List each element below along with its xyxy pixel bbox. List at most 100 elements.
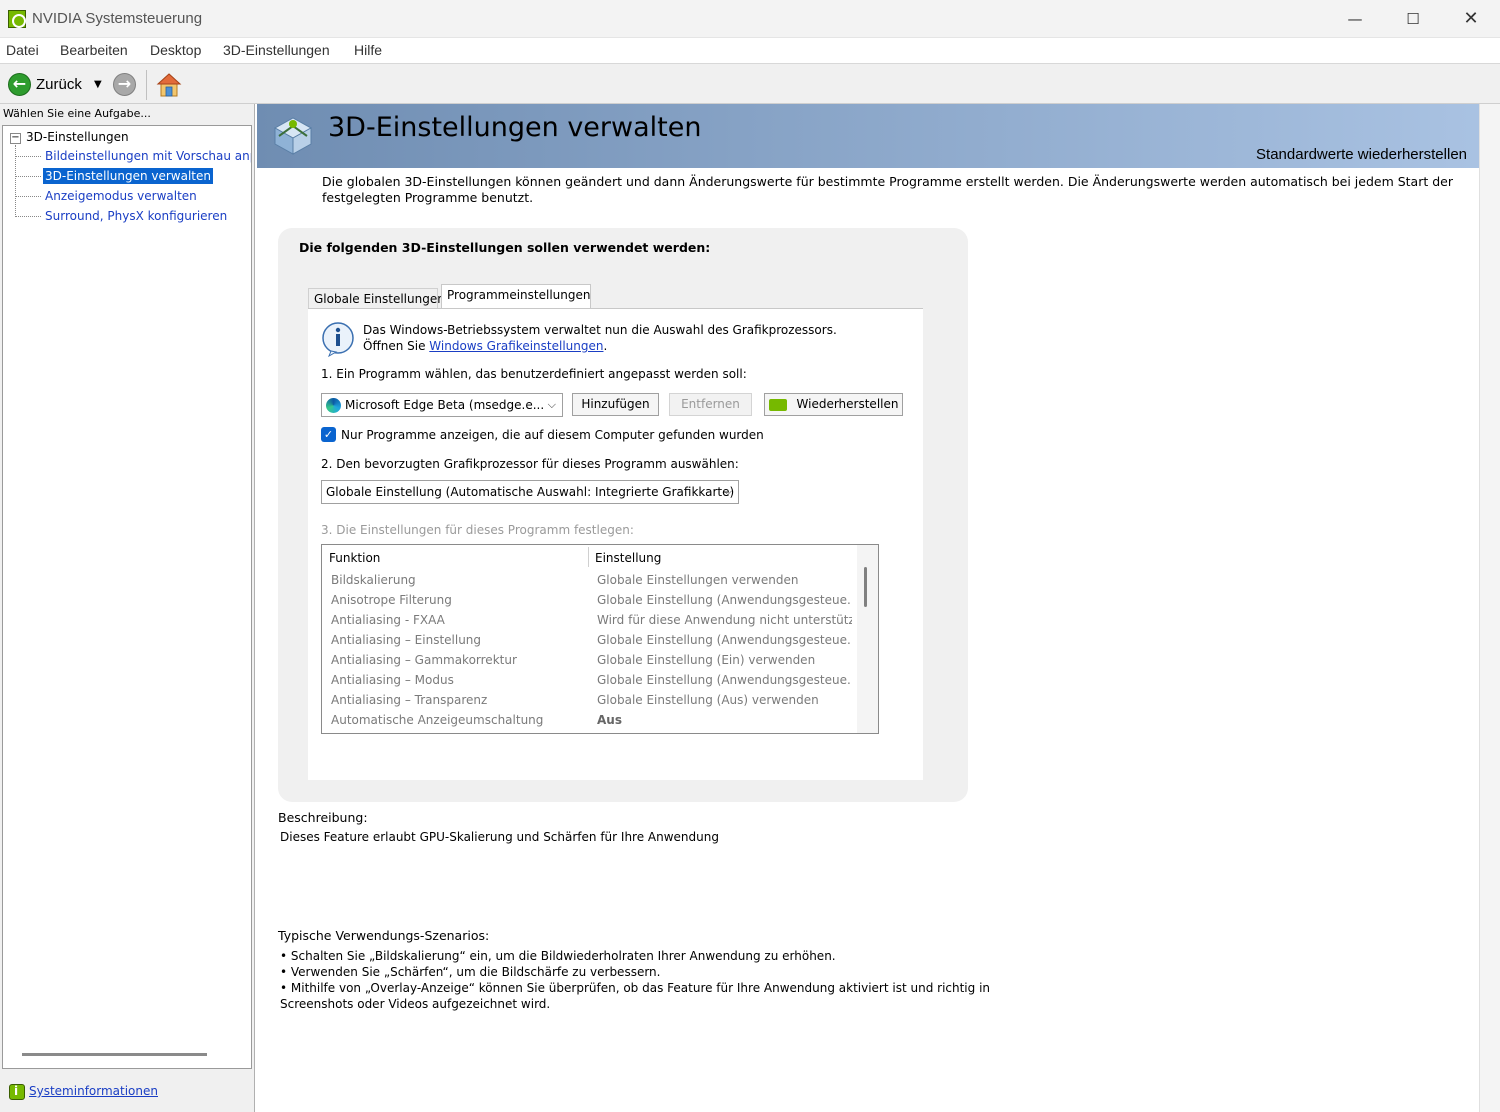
horizontal-scrollbar[interactable] [22,1053,207,1056]
nvidia-icon [768,398,787,411]
row-setting: Globale Einstellung (Anwendungsgesteue..… [597,633,852,647]
tree-connector [16,176,41,177]
table-row[interactable]: Antialiasing - FXAA Wird für diese Anwend… [322,611,857,631]
vertical-scrollbar[interactable] [1479,104,1500,1112]
row-function: Antialiasing – Modus [331,673,454,687]
collapse-icon[interactable]: − [10,133,21,144]
table-row[interactable]: Bildskalierung Globale Einstellungen verw… [322,571,857,591]
gpu-select[interactable]: Globale Einstellung (Automatische Auswah… [321,480,739,504]
description-text: Dieses Feature erlaubt GPU-Skalierung un… [280,830,719,844]
page-header: 3D-Einstellungen verwalten Standardwerte… [257,104,1479,168]
task-tree: − 3D-Einstellungen Bildeinstellungen mit… [2,125,252,1069]
restore-button[interactable]: Wiederherstellen [764,393,903,416]
table-row[interactable]: Anisotrope Filterung Globale Einstellung … [322,591,857,611]
home-icon[interactable] [156,72,182,98]
sidebar-item-bildeinstellungen[interactable]: Bildeinstellungen mit Vorschau anpassen [43,148,251,164]
panel-title: Die folgenden 3D-Einstellungen sollen ve… [299,240,711,255]
usage-list: • Schalten Sie „Bildskalierung“ ein, um … [280,948,990,1012]
restore-button-label: Wiederherstellen [796,397,899,411]
column-divider [588,547,589,567]
step3-label: 3. Die Einstellungen für dieses Programm… [321,523,634,537]
tree-connector [16,156,41,157]
remove-button[interactable]: Entfernen [669,393,752,416]
only-found-programs-label[interactable]: Nur Programme anzeigen, die auf diesem C… [341,428,764,442]
title-bar: NVIDIA Systemsteuerung — ☐ ✕ [0,0,1500,38]
chevron-down-icon: ⌵ [547,398,556,411]
row-setting: Globale Einstellungen verwenden [597,573,799,587]
info-suffix: . [603,339,608,353]
menu-bearbeiten[interactable]: Bearbeiten [60,42,128,58]
tree-root-3d-einstellungen[interactable]: 3D-Einstellungen [26,130,129,144]
row-setting: Globale Einstellung (Anwendungsgesteue..… [597,593,852,607]
table-row[interactable]: Antialiasing – Transparenz Globale Einste… [322,691,857,711]
tab-programmeinstellungen[interactable]: Programmeinstellungen [441,284,591,310]
nvidia-app-icon [8,10,26,28]
info-prefix: Öffnen Sie [363,339,430,353]
info-line-1: Das Windows-Betriebssystem verwaltet nun… [363,323,837,337]
row-setting: Wird für diese Anwendung nicht unterstüt… [597,613,852,627]
usage-item: • Mithilfe von „Overlay-Anzeige“ können … [280,981,991,995]
info-icon [322,322,354,357]
toolbar: ← Zurück ▼ → [0,64,1500,104]
page-title: 3D-Einstellungen verwalten [328,112,702,143]
row-function: Antialiasing – Gammakorrektur [331,653,517,667]
add-button[interactable]: Hinzufügen [572,393,659,416]
table-row[interactable]: Antialiasing – Modus Globale Einstellung … [322,671,857,691]
program-select-value: Microsoft Edge Beta (msedge.e... [345,398,545,412]
settings-grid: Funktion Einstellung Bildskalierung Globa… [321,544,879,734]
gpu-select-value: Globale Einstellung (Automatische Auswah… [326,485,735,499]
grid-scroll-thumb[interactable] [864,567,867,607]
only-found-programs-checkbox[interactable]: ✓ [321,427,336,442]
tab-globale-einstellungen[interactable]: Globale Einstellungen [308,288,445,310]
restore-defaults-link[interactable]: Standardwerte wiederherstellen [1256,146,1467,163]
menu-bar: Datei Bearbeiten Desktop 3D-Einstellunge… [0,38,1500,64]
usage-item: • Verwenden Sie „Schärfen“, um die Bilds… [280,965,661,979]
usage-label: Typische Verwendungs-Szenarios: [278,928,490,943]
menu-datei[interactable]: Datei [6,42,39,58]
row-setting: Globale Einstellung (Ein) verwenden [597,653,816,667]
row-function: Bildskalierung [331,573,416,587]
back-button[interactable]: Zurück [36,76,82,93]
grid-header: Funktion Einstellung [322,545,857,569]
row-function: Automatische Anzeigeumschaltung [331,713,544,727]
row-function: Antialiasing – Transparenz [331,693,488,707]
windows-graphics-settings-link[interactable]: Windows Grafikeinstellungen [429,339,603,353]
tab-strip: Globale Einstellungen Programmeinstellun… [308,284,923,310]
row-function: Antialiasing - FXAA [331,613,445,627]
intro-text: Die globalen 3D-Einstellungen können geä… [322,174,1453,205]
row-function: Anisotrope Filterung [331,593,452,607]
tree-connector [16,216,41,217]
column-header-funktion[interactable]: Funktion [329,551,380,565]
table-row[interactable]: Automatische Anzeigeumschaltung Aus [322,711,857,731]
window-title: NVIDIA Systemsteuerung [32,10,203,27]
system-info-icon [9,1084,25,1100]
edge-icon [326,398,341,413]
column-header-einstellung[interactable]: Einstellung [595,551,661,565]
menu-hilfe[interactable]: Hilfe [354,42,382,58]
usage-item: Screenshots oder Videos aufgezeichnet wi… [280,997,551,1011]
tab-content: Das Windows-Betriebssystem verwaltet nun… [308,308,923,780]
back-arrow-icon[interactable]: ← [8,73,31,96]
usage-item: • Schalten Sie „Bildskalierung“ ein, um … [280,949,836,963]
maximize-button[interactable]: ☐ [1384,0,1442,38]
minimize-button[interactable]: — [1326,0,1384,38]
grid-scrollbar[interactable] [857,545,878,733]
program-select[interactable]: Microsoft Edge Beta (msedge.e... ⌵ [321,393,563,417]
menu-3d-einstellungen[interactable]: 3D-Einstellungen [223,42,330,58]
main-content: 3D-Einstellungen verwalten Standardwerte… [257,104,1500,1112]
sidebar-item-3d-einstellungen-verwalten[interactable]: 3D-Einstellungen verwalten [43,168,213,184]
back-history-dropdown-icon[interactable]: ▼ [94,79,102,90]
close-button[interactable]: ✕ [1442,0,1500,38]
table-row[interactable]: Antialiasing – Gammakorrektur Globale Ein… [322,651,857,671]
system-info-link[interactable]: Systeminformationen [29,1084,158,1098]
row-function: Antialiasing – Einstellung [331,633,482,647]
table-row[interactable]: Antialiasing – Einstellung Globale Einste… [322,631,857,651]
sidebar-item-anzeigemodus[interactable]: Anzeigemodus verwalten [43,188,199,204]
menu-desktop[interactable]: Desktop [150,42,201,58]
sidebar-item-surround-physx[interactable]: Surround, PhysX konfigurieren [43,208,229,224]
task-prompt: Wählen Sie eine Aufgabe... [3,107,151,120]
forward-arrow-icon[interactable]: → [113,73,136,96]
info-line-2: Öffnen Sie Windows Grafikeinstellungen. [363,338,837,354]
step2-label: 2. Den bevorzugten Grafikprozessor für d… [321,457,739,471]
row-setting: Globale Einstellung (Aus) verwenden [597,693,819,707]
